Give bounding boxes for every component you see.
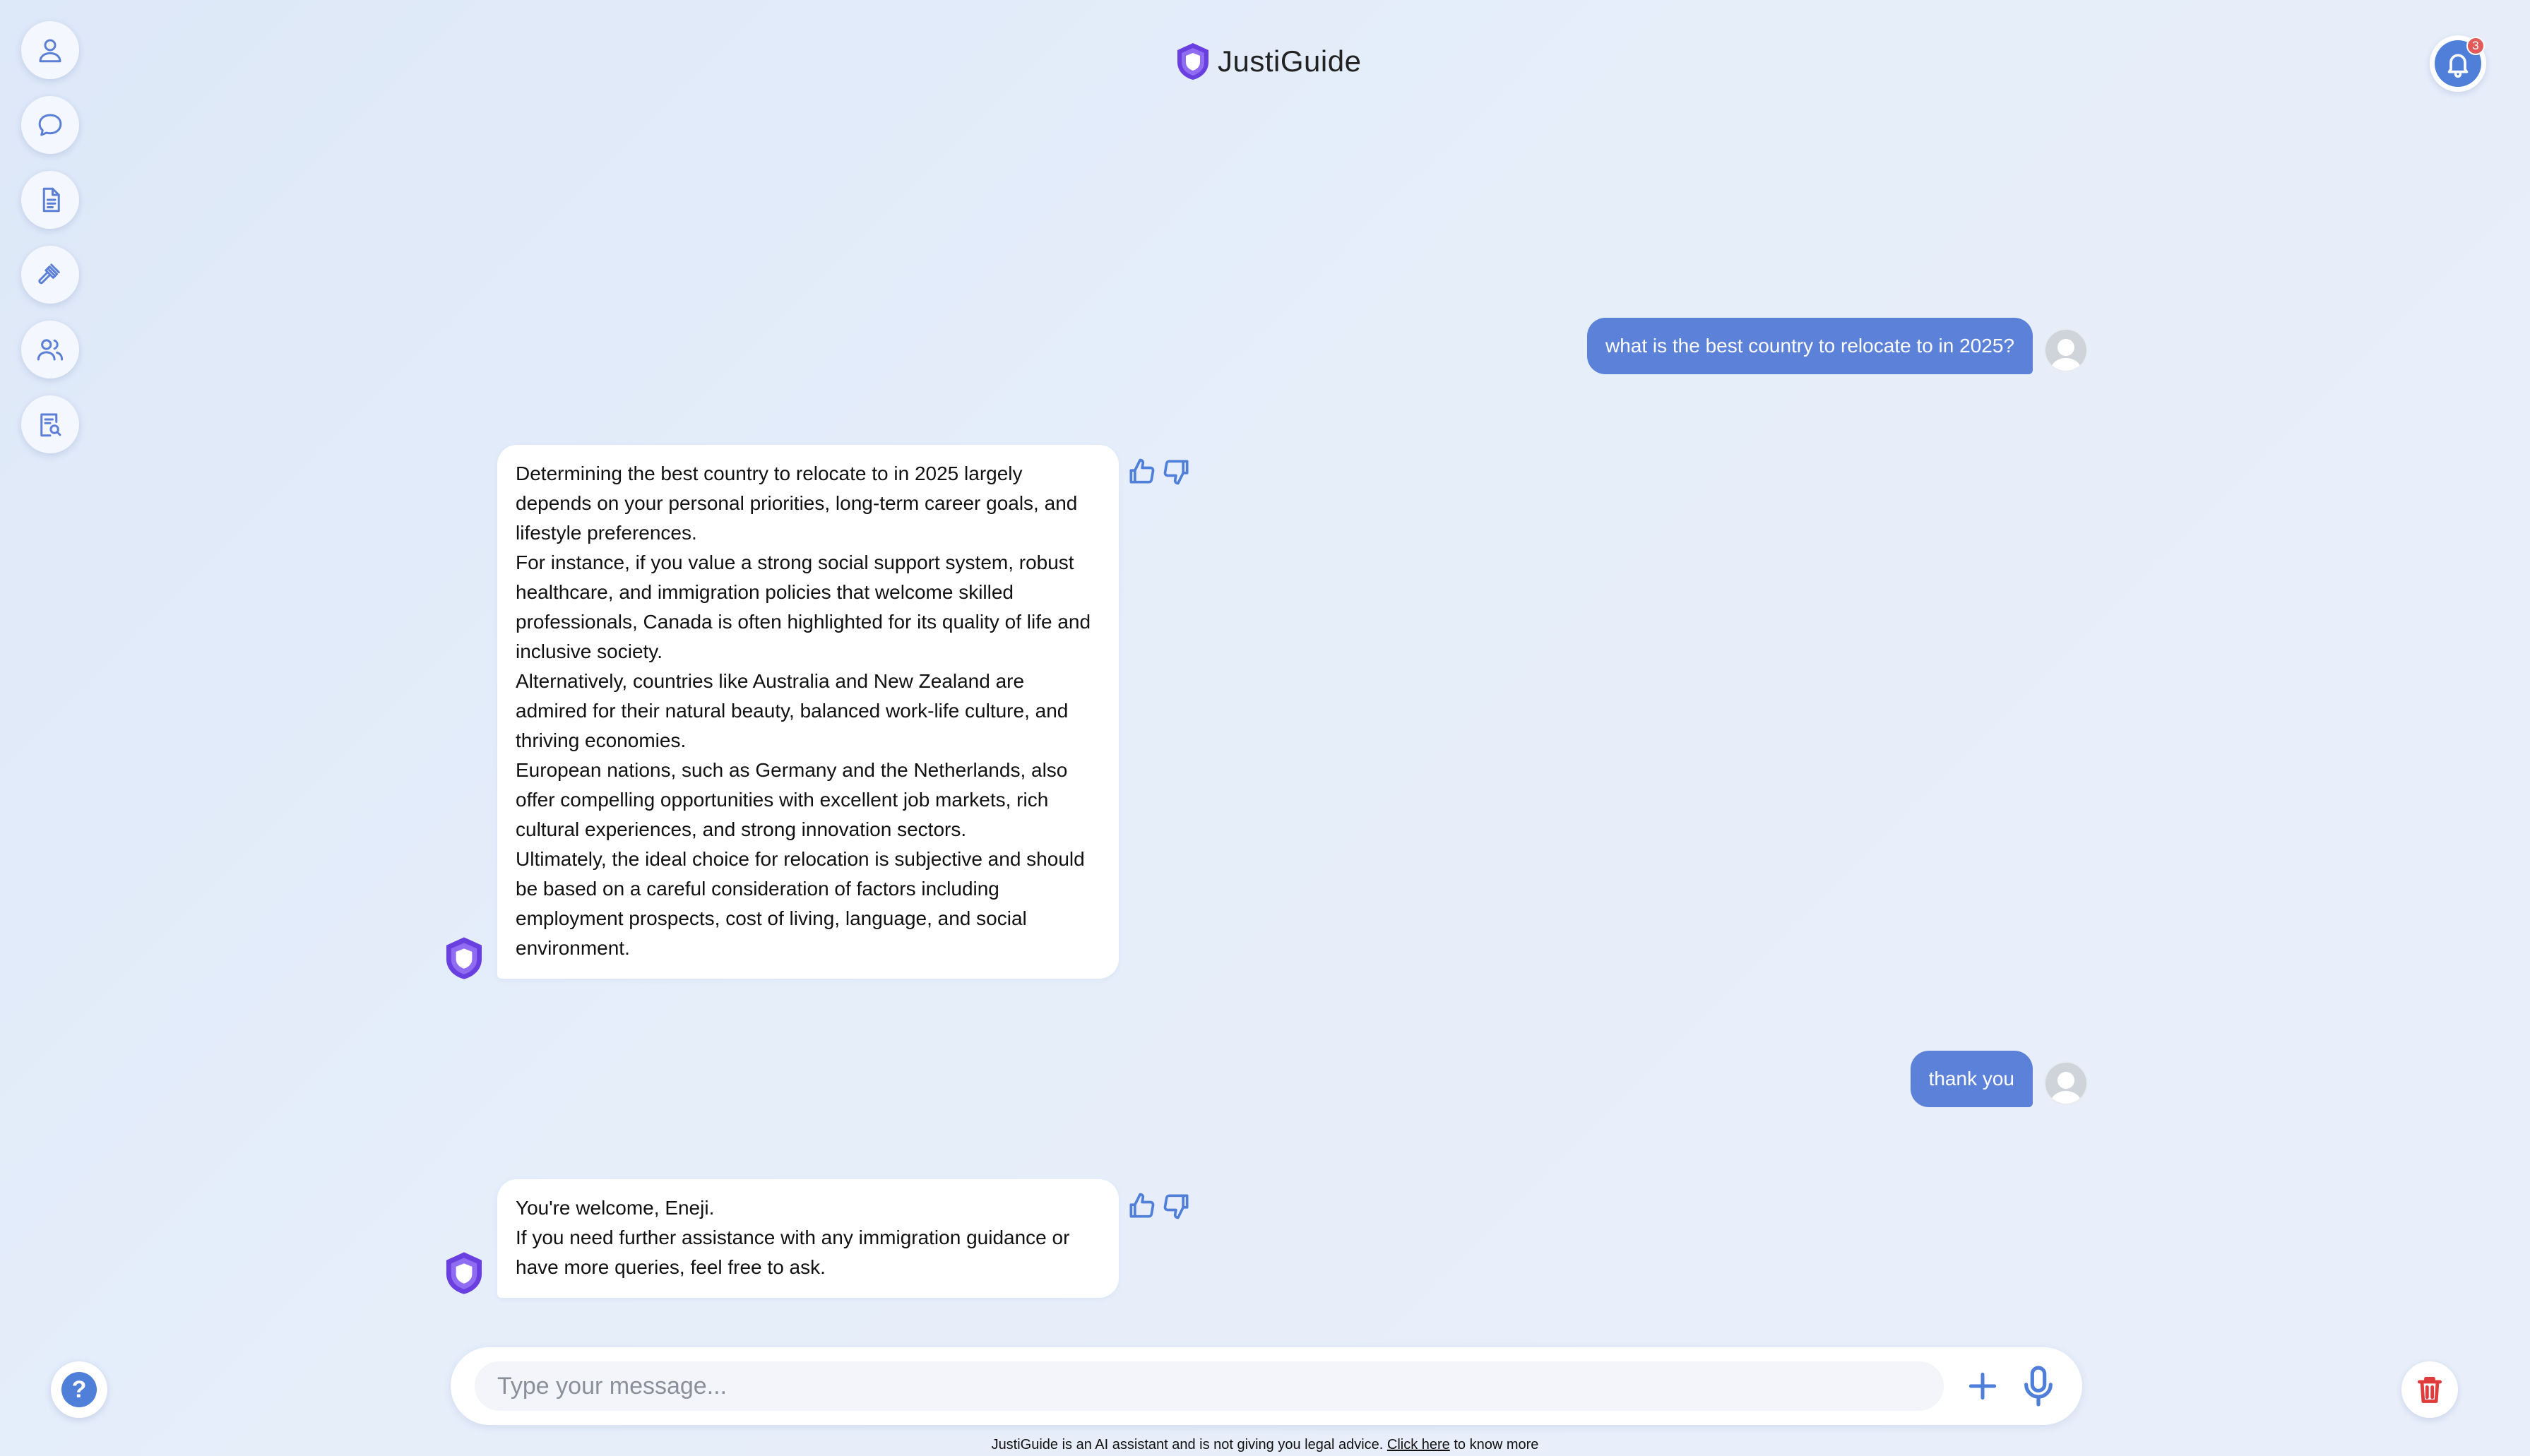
sidebar-item-case-search[interactable]	[21, 395, 79, 453]
bell-icon	[2447, 54, 2469, 78]
message-paragraph: Ultimately, the ideal choice for relocat…	[516, 848, 1085, 959]
left-sidebar	[21, 21, 79, 453]
notification-badge: 3	[2466, 37, 2485, 55]
know-more-link[interactable]: Click here	[1387, 1437, 1450, 1452]
assistant-message-bubble: Determining the best country to relocate…	[497, 445, 1119, 979]
user-icon	[39, 39, 61, 63]
sidebar-item-chat[interactable]	[21, 96, 79, 154]
help-button[interactable]: ?	[51, 1361, 107, 1418]
feedback-controls	[1126, 1191, 1192, 1222]
chat-bubble-icon	[38, 114, 62, 136]
assistant-message-bubble: You're welcome, Eneji. If you need furth…	[497, 1179, 1119, 1298]
clear-chat-button[interactable]	[2401, 1361, 2458, 1418]
message-composer	[451, 1347, 2082, 1425]
message-paragraph: You're welcome, Eneji.	[516, 1197, 715, 1219]
message-paragraph: For instance, if you value a strong soci…	[516, 551, 1091, 662]
thumbs-down-icon[interactable]	[1161, 456, 1192, 487]
disclaimer-suffix: to know more	[1454, 1437, 1539, 1452]
document-search-icon	[40, 413, 61, 437]
app-title: JustiGuide	[1218, 44, 1362, 78]
thumbs-up-icon[interactable]	[1126, 1191, 1157, 1222]
assistant-avatar-icon	[446, 937, 482, 979]
document-icon	[42, 187, 60, 213]
app-logo[interactable]: JustiGuide	[1174, 41, 1361, 82]
user-message-bubble: thank you	[1910, 1051, 2033, 1107]
sidebar-item-community[interactable]	[21, 321, 79, 378]
shield-logo-icon	[1177, 43, 1208, 80]
disclaimer-text: JustiGuide is an AI assistant and is not…	[991, 1437, 1384, 1452]
user-avatar	[2044, 328, 2088, 372]
thumbs-up-icon[interactable]	[1126, 456, 1157, 487]
user-message: what is the best country to relocate to …	[1586, 318, 2088, 374]
user-avatar	[2044, 1061, 2088, 1105]
thumbs-down-icon[interactable]	[1161, 1191, 1192, 1222]
message-paragraph: If you need further assistance with any …	[516, 1227, 1070, 1278]
message-paragraph: European nations, such as Germany and th…	[516, 759, 1068, 840]
sidebar-item-legal[interactable]	[21, 246, 79, 304]
microphone-icon[interactable]	[2020, 1364, 2057, 1408]
trash-icon	[2417, 1377, 2442, 1403]
notifications-button[interactable]: 3	[2430, 35, 2486, 92]
gavel-icon	[38, 263, 60, 285]
assistant-avatar-icon	[446, 1252, 482, 1294]
legal-disclaimer: JustiGuide is an AI assistant and is not…	[0, 1437, 2530, 1453]
feedback-controls	[1126, 456, 1192, 487]
message-input[interactable]	[475, 1361, 1944, 1411]
user-message: thank you	[1910, 1051, 2088, 1107]
message-paragraph: Determining the best country to relocate…	[516, 463, 1078, 544]
plus-icon[interactable]	[1965, 1368, 2000, 1404]
users-icon	[37, 339, 64, 361]
sidebar-item-documents[interactable]	[21, 171, 79, 229]
message-paragraph: Alternatively, countries like Australia …	[516, 670, 1069, 751]
user-message-bubble: what is the best country to relocate to …	[1586, 318, 2033, 374]
sidebar-item-profile[interactable]	[21, 21, 79, 79]
question-mark-icon: ?	[61, 1372, 97, 1407]
